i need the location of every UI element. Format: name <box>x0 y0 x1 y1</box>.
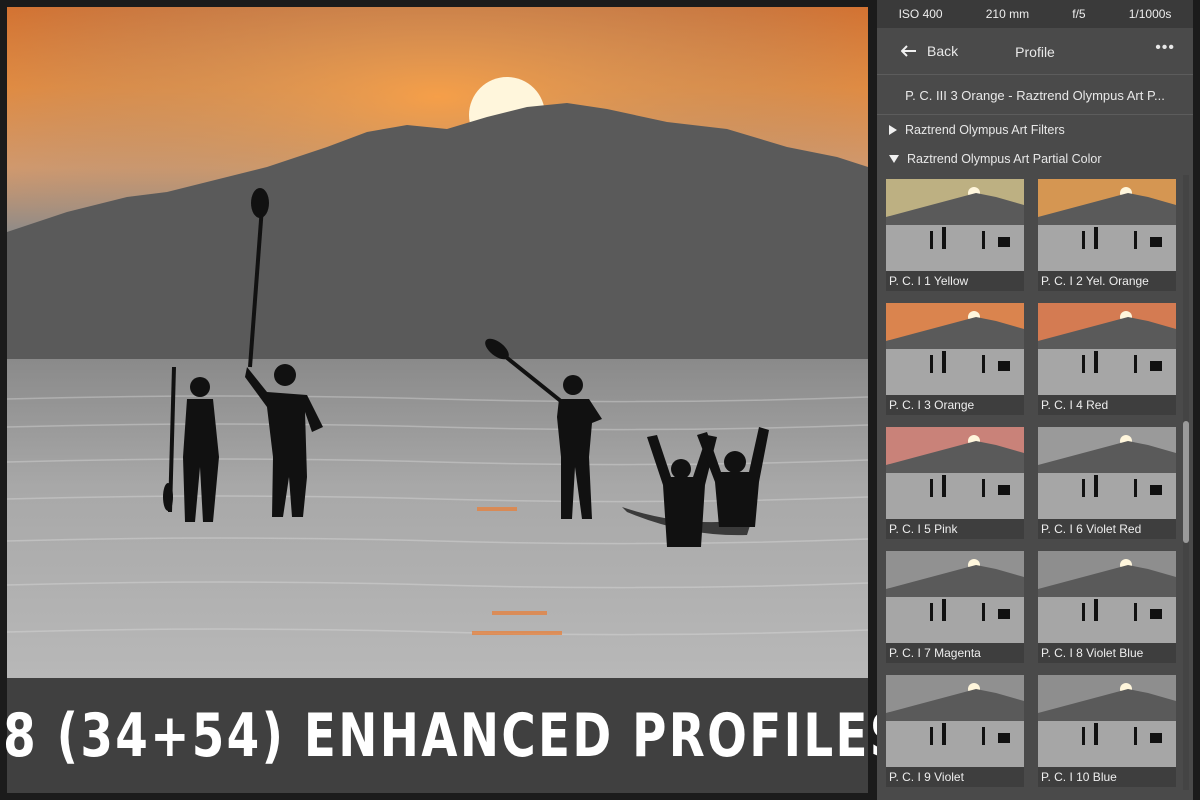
current-profile-name: P. C. III 3 Orange - Raztrend Olympus Ar… <box>905 88 1165 103</box>
thumbnail-preview <box>886 675 1024 767</box>
collapse-triangle-icon <box>889 155 899 163</box>
aperture-value: f/5 <box>1072 7 1086 21</box>
thumbnail-preview <box>886 551 1024 643</box>
thumbnail-preview <box>886 427 1024 519</box>
thumbnail-label: P. C. I 8 Violet Blue <box>1038 643 1176 663</box>
group-partial-color[interactable]: Raztrend Olympus Art Partial Color <box>889 152 1102 166</box>
app-window: 88 (34+54) ENHANCED PROFILES ISO 400 210… <box>0 0 1200 800</box>
thumbnail-label: P. C. I 4 Red <box>1038 395 1176 415</box>
profile-thumbnail[interactable]: P. C. I 9 Violet <box>886 675 1024 787</box>
thumbnail-preview <box>1038 179 1176 271</box>
profile-thumbnail[interactable]: P. C. I 1 Yellow <box>886 179 1024 291</box>
profile-thumbnail[interactable]: P. C. I 8 Violet Blue <box>1038 551 1176 663</box>
profile-thumbnail[interactable]: P. C. I 6 Violet Red <box>1038 427 1176 539</box>
profile-nav-bar: Profile Back ••• <box>877 34 1193 70</box>
thumbnail-preview <box>1038 675 1176 767</box>
arrow-left-icon <box>901 45 916 57</box>
divider <box>877 74 1193 75</box>
thumbnail-preview <box>886 303 1024 395</box>
thumbnail-label: P. C. I 5 Pink <box>886 519 1024 539</box>
more-options-button[interactable]: ••• <box>1155 39 1175 57</box>
banner-title: 88 (34+54) ENHANCED PROFILES <box>0 700 907 771</box>
thumbnail-preview <box>886 179 1024 271</box>
promo-banner: 88 (34+54) ENHANCED PROFILES <box>0 678 904 793</box>
thumbnail-label: P. C. I 6 Violet Red <box>1038 519 1176 539</box>
focal-length-value: 210 mm <box>985 7 1030 21</box>
thumbnail-preview <box>1038 427 1176 519</box>
back-label: Back <box>927 43 959 59</box>
scrollbar[interactable] <box>1183 175 1189 790</box>
main-photo-preview <box>7 7 868 678</box>
thumbnail-label: P. C. I 2 Yel. Orange <box>1038 271 1176 291</box>
thumbnail-preview <box>1038 303 1176 395</box>
profile-thumbnail[interactable]: P. C. I 4 Red <box>1038 303 1176 415</box>
profile-thumbnail[interactable]: P. C. I 5 Pink <box>886 427 1024 539</box>
group-label: Raztrend Olympus Art Filters <box>905 123 1065 137</box>
divider <box>877 114 1193 115</box>
thumbnail-preview <box>1038 551 1176 643</box>
profile-thumbnail[interactable]: P. C. I 7 Magenta <box>886 551 1024 663</box>
thumbnail-label: P. C. I 3 Orange <box>886 395 1024 415</box>
group-art-filters[interactable]: Raztrend Olympus Art Filters <box>889 123 1065 137</box>
shutter-speed-value: 1/1000s <box>1128 7 1172 21</box>
scrollbar-thumb[interactable] <box>1183 421 1189 543</box>
thumbnail-label: P. C. I 7 Magenta <box>886 643 1024 663</box>
profile-thumbnail[interactable]: P. C. I 3 Orange <box>886 303 1024 415</box>
profile-thumbnail[interactable]: P. C. I 10 Blue <box>1038 675 1176 787</box>
thumbnail-label: P. C. I 1 Yellow <box>886 271 1024 291</box>
expand-triangle-icon <box>889 125 897 135</box>
profile-browser-panel: ISO 400 210 mm f/5 1/1000s Profile Back … <box>877 0 1193 800</box>
thumbnail-label: P. C. I 10 Blue <box>1038 767 1176 787</box>
back-button[interactable]: Back <box>901 43 958 59</box>
exif-info-bar: ISO 400 210 mm f/5 1/1000s <box>877 0 1193 28</box>
profile-thumbnail[interactable]: P. C. I 2 Yel. Orange <box>1038 179 1176 291</box>
thumbnail-label: P. C. I 9 Violet <box>886 767 1024 787</box>
iso-value: ISO 400 <box>898 7 943 21</box>
group-label: Raztrend Olympus Art Partial Color <box>907 152 1102 166</box>
